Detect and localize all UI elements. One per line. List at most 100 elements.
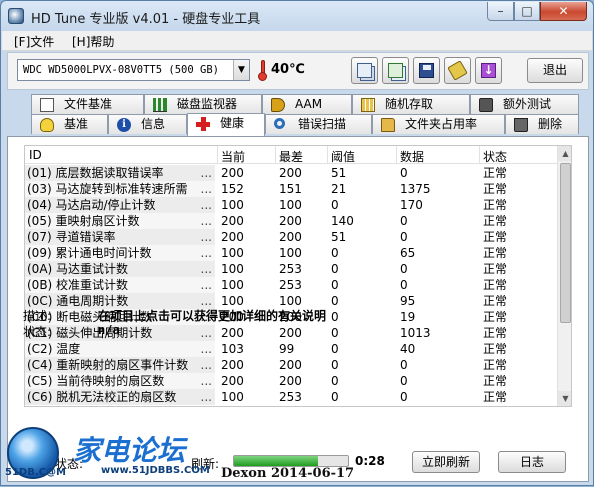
thermometer-icon [258, 60, 267, 81]
table-row[interactable]: (0A) 马达重试计数... 100 253 0 0 正常 [25, 261, 557, 277]
tab-extra-tests[interactable]: 额外测试 [470, 94, 579, 114]
title-bar[interactable]: HD Tune 专业版 v4.01 - 硬盘专业工具 – □ ✕ [1, 1, 593, 31]
refresh-timer: 0:28 [355, 454, 385, 468]
speaker-icon [271, 98, 285, 112]
table-row[interactable]: (04) 马达启动/停止计数... 100 100 0 170 正常 [25, 197, 557, 213]
status-label: 状态: [23, 325, 52, 339]
maximize-button[interactable]: □ [514, 2, 540, 21]
tab-label: 基准 [64, 117, 89, 131]
cell-worst: 200 [279, 230, 302, 244]
cell-current: 100 [221, 262, 244, 276]
refresh-label: 刷新: [191, 457, 220, 471]
cell-current: 200 [221, 166, 244, 180]
tab-error-scan[interactable]: 错误扫描 [265, 114, 372, 134]
truncation-dots: ... [200, 358, 212, 372]
column-header-data[interactable]: 数据 [400, 148, 424, 165]
tab-file-benchmark[interactable]: 文件基准 [31, 94, 144, 114]
cell-threshold: 0 [331, 262, 339, 276]
cell-worst: 200 [279, 358, 302, 372]
smart-table[interactable]: ID 当前 最差 阈值 数据 状态 (01) 底层数据读取错误率... 200 20… [24, 145, 572, 407]
author-signature: Dexon 2014-06-17 [221, 466, 355, 481]
truncation-dots: ... [200, 278, 212, 292]
cell-worst: 100 [279, 246, 302, 260]
copy-screenshot-button[interactable] [382, 57, 409, 84]
cell-id: (03) 马达旋转到标准转速所需... [25, 181, 215, 197]
column-header-id[interactable]: ID [29, 148, 42, 162]
cell-data: 0 [400, 358, 408, 372]
menu-help[interactable]: [H]帮助 [72, 33, 114, 50]
document-icon [40, 98, 54, 112]
table-row[interactable]: (01) 底层数据读取错误率... 200 200 51 0 正常 [25, 165, 557, 181]
table-row[interactable]: (C4) 重新映射的扇区事件计数... 200 200 0 0 正常 [25, 357, 557, 373]
save-button[interactable] [413, 57, 440, 84]
tab-health[interactable]: 健康 [187, 113, 265, 136]
exit-button[interactable]: 退出 [527, 58, 583, 83]
tab-disk-monitor[interactable]: 磁盘监视器 [144, 94, 262, 114]
truncation-dots: ... [200, 326, 212, 340]
minimize-button[interactable]: – [487, 2, 514, 21]
table-row[interactable]: (0B) 校准重试计数... 100 253 0 0 正常 [25, 277, 557, 293]
tab-random-access[interactable]: 随机存取 [352, 94, 470, 114]
table-header: ID 当前 最差 阈值 数据 状态 [25, 146, 557, 164]
column-header-worst[interactable]: 最差 [279, 148, 303, 165]
cell-id: (C1) 磁头伸出周期计数... [25, 325, 215, 341]
tab-aam[interactable]: AAM [262, 94, 352, 114]
chevron-down-icon[interactable]: ▼ [233, 60, 249, 80]
tab-label: 错误扫描 [298, 117, 347, 131]
cell-worst: 200 [279, 214, 302, 228]
cell-current: 200 [221, 374, 244, 388]
table-row[interactable]: (03) 马达旋转到标准转速所需... 152 151 21 1375 正常 [25, 181, 557, 197]
options-button[interactable] [444, 57, 471, 84]
vertical-scrollbar[interactable]: ▲ ▼ [557, 146, 571, 406]
cell-worst: 253 [279, 262, 302, 276]
description-text: 在项目上点击可以获得更加详细的有关说明 [98, 309, 327, 323]
trash-icon [514, 118, 528, 132]
log-button[interactable]: 日志 [498, 451, 566, 473]
scrollbar-thumb[interactable] [560, 163, 571, 323]
cell-threshold: 0 [331, 294, 339, 308]
cell-data: 1375 [400, 182, 431, 196]
cell-data: 170 [400, 198, 423, 212]
drive-select[interactable]: WDC WD5000LPVX-08V0TT5 (500 GB) ▼ [17, 59, 250, 81]
tab-info[interactable]: i 信息 [108, 114, 187, 134]
download-button[interactable]: ↓ [475, 57, 502, 84]
cell-data: 1013 [400, 326, 431, 340]
tower-icon [479, 98, 493, 112]
cell-data: 65 [400, 246, 416, 260]
table-row[interactable]: (05) 重映射扇区计数... 200 200 140 0 正常 [25, 213, 557, 229]
cell-threshold: 0 [331, 246, 339, 260]
tab-benchmark[interactable]: 基准 [31, 114, 108, 134]
table-row[interactable]: (C2) 温度... 103 99 0 40 正常 [25, 341, 557, 357]
cell-status: 正常 [483, 374, 508, 388]
tab-erase[interactable]: 删除 [505, 114, 579, 134]
cell-id: (09) 累计通电时间计数... [25, 245, 215, 261]
menu-file[interactable]: [F]文件 [14, 33, 54, 50]
cell-id: (C6) 脱机无法校正的扇区数... [25, 389, 215, 405]
window-title: HD Tune 专业版 v4.01 - 硬盘专业工具 [31, 12, 261, 27]
options-icon [447, 60, 468, 81]
tab-label: AAM [295, 97, 323, 111]
table-row[interactable]: (C5) 当前待映射的扇区数... 200 200 0 0 正常 [25, 373, 557, 389]
table-row[interactable]: (09) 累计通电时间计数... 100 100 0 65 正常 [25, 245, 557, 261]
tab-folder-usage[interactable]: 文件夹占用率 [372, 114, 505, 134]
column-header-status[interactable]: 状态 [483, 148, 507, 165]
cell-current: 100 [221, 198, 244, 212]
cell-current: 100 [221, 390, 244, 404]
table-row[interactable]: (07) 寻道错误率... 200 200 51 0 正常 [25, 229, 557, 245]
scroll-up-icon[interactable]: ▲ [558, 146, 571, 161]
column-header-current[interactable]: 当前 [221, 148, 245, 165]
close-button[interactable]: ✕ [540, 2, 587, 21]
cell-worst: 100 [279, 198, 302, 212]
truncation-dots: ... [200, 246, 212, 260]
scroll-down-icon[interactable]: ▼ [558, 391, 571, 406]
cell-status: 正常 [483, 262, 508, 276]
column-header-threshold[interactable]: 阈值 [331, 148, 355, 165]
tab-label: 删除 [538, 117, 563, 131]
truncation-dots: ... [200, 214, 212, 228]
cell-worst: 253 [279, 390, 302, 404]
refresh-now-button[interactable]: 立即刷新 [412, 451, 480, 473]
copy-text-button[interactable] [351, 57, 378, 84]
cell-worst: 99 [279, 342, 295, 356]
table-row[interactable]: (C6) 脱机无法校正的扇区数... 100 253 0 0 正常 [25, 389, 557, 405]
cell-data: 0 [400, 374, 408, 388]
